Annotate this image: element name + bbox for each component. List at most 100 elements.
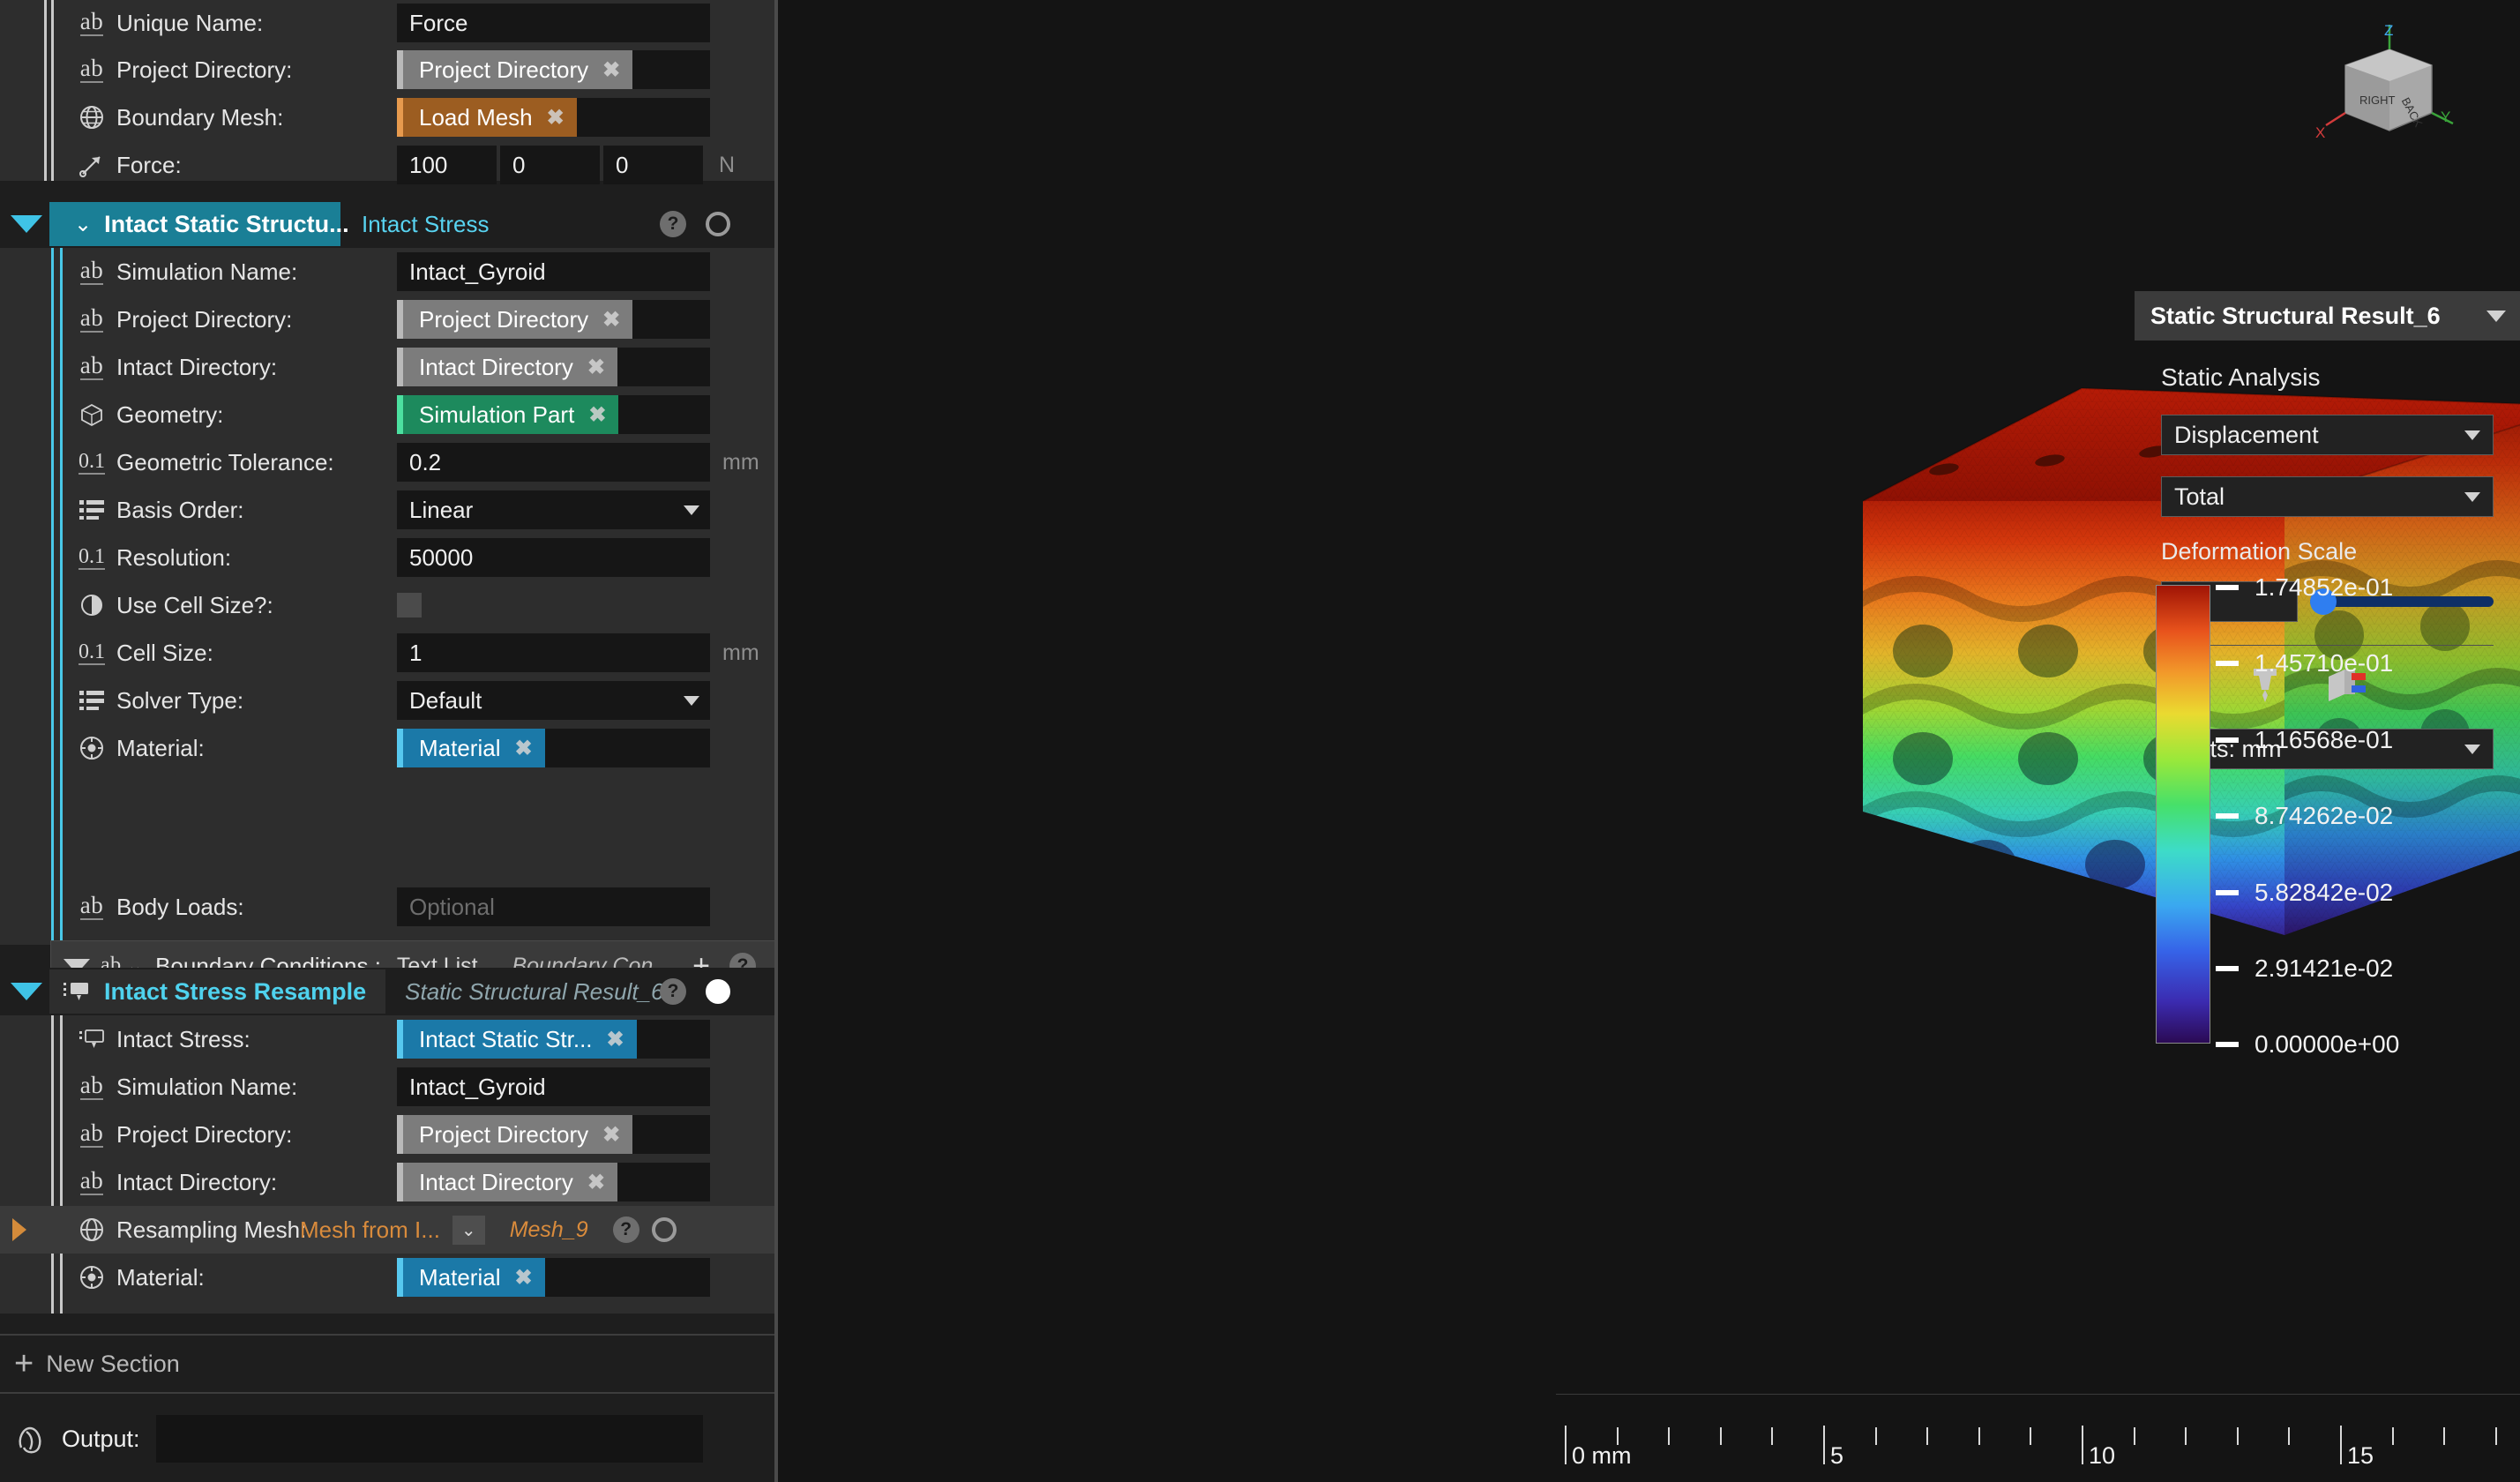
new-section-button[interactable]: + New Section [0,1334,776,1394]
close-icon[interactable]: ✖ [514,1265,532,1291]
result-node-icon [64,983,88,1000]
property-row-resolution[interactable]: 0.1 Resolution: 50000 [67,534,776,581]
section-title-box[interactable]: Intact Stress Resample [49,969,386,1014]
close-icon[interactable]: ✖ [587,355,605,380]
result-component-select[interactable]: Total [2161,476,2494,517]
ruler-minor-tick [1926,1427,1929,1445]
force-y-input[interactable]: 0 [500,146,600,184]
body-loads-input[interactable]: Optional [397,887,710,926]
visibility-toggle-icon[interactable] [706,212,730,236]
basis-order-select[interactable]: Linear [397,490,710,529]
force-z-input[interactable]: 0 [603,146,703,184]
visibility-toggle-icon[interactable] [651,1217,677,1242]
property-row-geometric-tolerance[interactable]: 0.1 Geometric Tolerance: 0.2 mm [67,438,776,486]
help-icon[interactable]: ? [660,978,686,1005]
result-type-select[interactable]: Displacement [2161,415,2494,455]
property-row-geometry[interactable]: Geometry: Simulation Part ✖ [67,391,776,438]
property-row-intact-directory[interactable]: ab Intact Directory: Intact Directory ✖ [67,1158,776,1206]
close-icon[interactable]: ✖ [588,402,606,428]
ruler-minor-tick [1978,1427,1980,1445]
material-chip[interactable]: Material ✖ [397,729,545,767]
cell-size-unit: mm [722,640,759,665]
use-cell-size-checkbox[interactable] [397,593,422,618]
property-row-body-loads[interactable]: ab Body Loads: Optional [67,883,776,931]
property-row-intact-directory[interactable]: ab Intact Directory: Intact Directory ✖ [67,343,776,391]
property-row-simulation-name[interactable]: ab Simulation Name: Intact_Gyroid [67,248,776,296]
close-icon[interactable]: ✖ [547,105,565,131]
output-input[interactable] [155,1415,703,1463]
legend-label: 2.91421e-02 [2255,954,2394,982]
property-row-material[interactable]: Material: Material ✖ [67,724,776,772]
property-row-solver-type[interactable]: Solver Type: Default [67,677,776,724]
close-icon[interactable]: ✖ [514,736,532,761]
resampling-mesh-value[interactable]: Mesh from I... [300,1216,440,1244]
chevron-down-icon [2464,430,2480,440]
property-row-project-directory[interactable]: ab Project Directory: Project Directory … [67,296,776,343]
unique-name-input[interactable]: Force [397,4,710,42]
property-row-use-cell-size[interactable]: Use Cell Size?: [67,581,776,629]
force-x-input[interactable]: 100 [397,146,497,184]
ruler-minor-tick [2030,1427,2032,1445]
gizmo-face-left-label: RIGHT [2359,94,2396,107]
collapse-triangle-icon[interactable] [11,983,42,1000]
row-label: Project Directory: [116,56,293,83]
simulation-part-chip[interactable]: Simulation Part ✖ [397,395,619,434]
property-row-simulation-name[interactable]: ab Simulation Name: Intact_Gyroid [67,1063,776,1111]
ab-icon: ab [79,1167,104,1195]
property-row-intact-stress[interactable]: Intact Stress: Intact Static Str... ✖ [67,1015,776,1063]
project-directory-chip[interactable]: Project Directory ✖ [397,1115,633,1154]
section-header[interactable]: Intact Stress Resample Static Structural… [0,968,776,1015]
property-scroll-area[interactable]: ab Unique Name: Force ab Project Directo… [0,0,776,1358]
geometric-tolerance-input[interactable]: 0.2 [397,443,710,482]
solver-type-select[interactable]: Default [397,681,710,720]
property-row-force[interactable]: Force: 100 0 0 N [67,141,776,189]
cell-size-input[interactable]: 1 [397,633,710,672]
viewport-3d[interactable]: RIGHT BACK Z Y X Static Structural Resul… [778,0,2520,1482]
property-row-project-directory[interactable]: ab Project Directory: Project Directory … [67,46,776,94]
row-label: Material: [116,1263,205,1291]
help-icon[interactable]: ? [612,1216,639,1243]
help-icon[interactable]: ? [660,211,686,237]
collapse-triangle-icon[interactable] [11,215,42,233]
section-header[interactable]: ⌄ Intact Static Structu... Intact Stress… [0,200,776,248]
visibility-toggle-icon[interactable] [706,979,730,1004]
chevron-down-icon[interactable]: ⌄ [74,212,92,237]
property-row-cell-size[interactable]: 0.1 Cell Size: 1 mm [67,629,776,677]
chevron-down-icon[interactable] [2486,310,2506,322]
chip-label: Intact Directory [419,353,573,380]
globe-icon [67,104,116,131]
load-mesh-chip[interactable]: Load Mesh ✖ [397,98,577,137]
property-row-boundary-mesh[interactable]: Boundary Mesh: Load Mesh ✖ [67,94,776,141]
intact-directory-chip[interactable]: Intact Directory ✖ [397,1163,617,1201]
ntop-logo-icon [19,1426,41,1454]
close-icon[interactable]: ✖ [602,57,620,83]
expand-triangle-icon[interactable] [12,1218,26,1241]
intact-directory-chip[interactable]: Intact Directory ✖ [397,348,617,386]
legend-label: 8.74262e-02 [2255,802,2394,829]
property-row-unique-name[interactable]: ab Unique Name: Force [67,0,776,46]
row-label: Simulation Name: [116,1073,298,1100]
property-row-resampling-mesh[interactable]: Resampling Mesh: Mesh from I... ⌄ Mesh_9… [0,1206,776,1254]
property-row-basis-order[interactable]: Basis Order: Linear [67,486,776,534]
results-header[interactable]: Static Structural Result_6 [2135,291,2520,341]
property-row-project-directory[interactable]: ab Project Directory: Project Directory … [67,1111,776,1158]
project-directory-chip[interactable]: Project Directory ✖ [397,50,633,89]
intact-stress-chip[interactable]: Intact Static Str... ✖ [397,1020,637,1059]
section-intact-static-structural: ⌄ Intact Static Structu... Intact Stress… [0,200,776,1086]
close-icon[interactable]: ✖ [602,1122,620,1148]
project-directory-chip[interactable]: Project Directory ✖ [397,300,633,339]
view-orientation-gizmo[interactable]: RIGHT BACK Z Y X [2308,19,2458,161]
select-value: Default [409,686,482,714]
section-subtitle: Intact Stress [362,210,490,237]
close-icon[interactable]: ✖ [607,1027,624,1052]
resolution-input[interactable]: 50000 [397,538,710,577]
ruler-minor-tick [2443,1427,2446,1445]
simulation-name-input[interactable]: Intact_Gyroid [397,252,710,291]
close-icon[interactable]: ✖ [602,307,620,333]
close-icon[interactable]: ✖ [587,1170,605,1195]
material-chip[interactable]: Material ✖ [397,1258,545,1297]
chevron-down-icon[interactable]: ⌄ [452,1215,485,1245]
property-row-material[interactable]: Material: Material ✖ [67,1254,776,1301]
simulation-name-input[interactable]: Intact_Gyroid [397,1067,710,1106]
section-title-box[interactable]: ⌄ Intact Static Structu... [49,202,349,246]
